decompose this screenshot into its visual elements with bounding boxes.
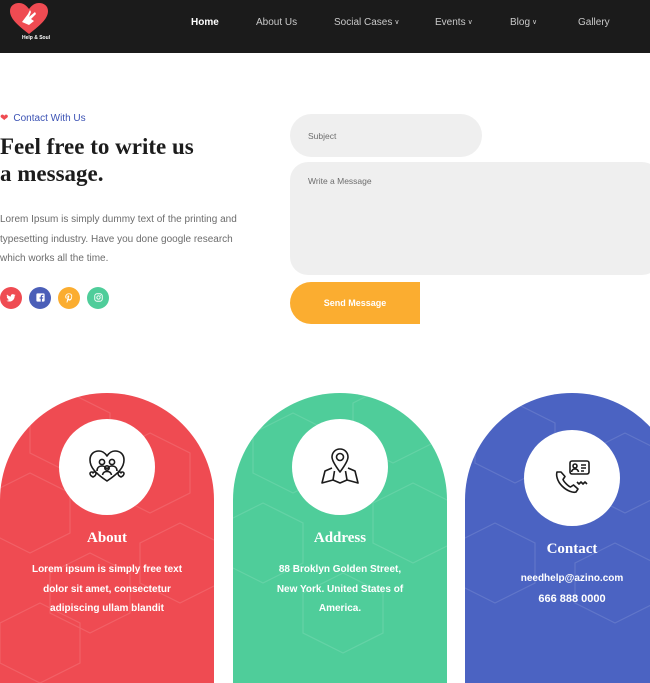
message-textarea[interactable] [290, 162, 650, 275]
address-title: Address [313, 530, 367, 546]
nav-social-cases-label: Social Cases [334, 17, 393, 28]
send-message-button[interactable]: Send Message [290, 282, 420, 324]
heart-hand-logo-icon [10, 3, 48, 34]
nav-about-us[interactable]: About Us [256, 17, 297, 28]
about-text-line: dolor sit amet, consectetur [43, 584, 171, 595]
instagram-button[interactable] [87, 287, 109, 309]
logo-text: Help & Soul [21, 35, 51, 41]
subject-input[interactable] [290, 114, 482, 157]
logo[interactable]: Help & Soul [8, 2, 50, 46]
headline-line-2: a message. [0, 161, 104, 186]
nav-about-label: About Us [256, 17, 298, 28]
location-map-icon [321, 448, 359, 484]
nav-events-label: Events [435, 17, 466, 28]
paragraph-line: typesetting industry. Have you done goog… [0, 233, 233, 245]
section-eyebrow: ❤ Contact With Us [0, 113, 86, 124]
nav-gallery-label: Gallery [578, 17, 610, 28]
about-title: About [86, 530, 127, 546]
contact-title: Contact [546, 541, 598, 557]
contact-icon-circle [524, 430, 620, 526]
chevron-down-icon: ∨ [394, 19, 400, 26]
contact-email[interactable]: needhelp@azino.com [465, 573, 650, 584]
headline-line-1: Feel free to write us [0, 134, 194, 159]
paragraph-line: which works all the time. [0, 253, 109, 264]
twitter-icon [6, 294, 16, 302]
address-icon-circle [292, 419, 388, 515]
nav-home-label: Home [191, 17, 219, 28]
heart-icon: ❤ [0, 113, 9, 124]
twitter-button[interactable] [0, 287, 22, 309]
nav-blog[interactable]: Blog ∨ [510, 17, 537, 28]
top-navbar: Help & Soul Home About Us Social Cases ∨ … [0, 0, 650, 53]
address-text-line: America. [318, 603, 362, 614]
nav-social-cases[interactable]: Social Cases ∨ [334, 17, 399, 28]
chevron-down-icon: ∨ [467, 19, 473, 26]
intro-paragraph: Lorem Ipsum is simply dummy text of the … [0, 210, 262, 269]
address-card: Address 88 Broklyn Golden Street, New Yo… [233, 393, 447, 683]
about-icon-circle [59, 419, 155, 515]
phone-contact-icon [555, 460, 590, 494]
heart-people-icon [89, 450, 125, 482]
instagram-icon [93, 293, 103, 302]
chevron-down-icon: ∨ [532, 19, 538, 26]
nav-gallery[interactable]: Gallery [578, 17, 610, 28]
paragraph-line: Lorem Ipsum is simply dummy text of the … [0, 214, 237, 225]
contact-card: Contact needhelp@azino.com 666 888 0000 [465, 393, 650, 683]
contact-phone[interactable]: 666 888 0000 [465, 593, 650, 605]
pinterest-button[interactable] [58, 287, 80, 309]
eyebrow-label: Contact With Us [13, 113, 86, 124]
nav-home[interactable]: Home [191, 17, 219, 28]
address-text-line: New York. United States of [276, 584, 404, 595]
facebook-button[interactable] [29, 287, 51, 309]
about-text-line: Lorem ipsum is simply free text [31, 564, 183, 575]
facebook-icon [35, 293, 45, 302]
about-card: About Lorem ipsum is simply free text do… [0, 393, 214, 683]
about-text-line: adipiscing ullam blandit [50, 603, 164, 614]
nav-blog-label: Blog [510, 17, 531, 28]
page-title: Feel free to write us a message. [0, 133, 280, 187]
pinterest-icon [65, 293, 73, 303]
nav-events[interactable]: Events ∨ [435, 17, 473, 28]
address-text-line: 88 Broklyn Golden Street, [278, 564, 402, 575]
